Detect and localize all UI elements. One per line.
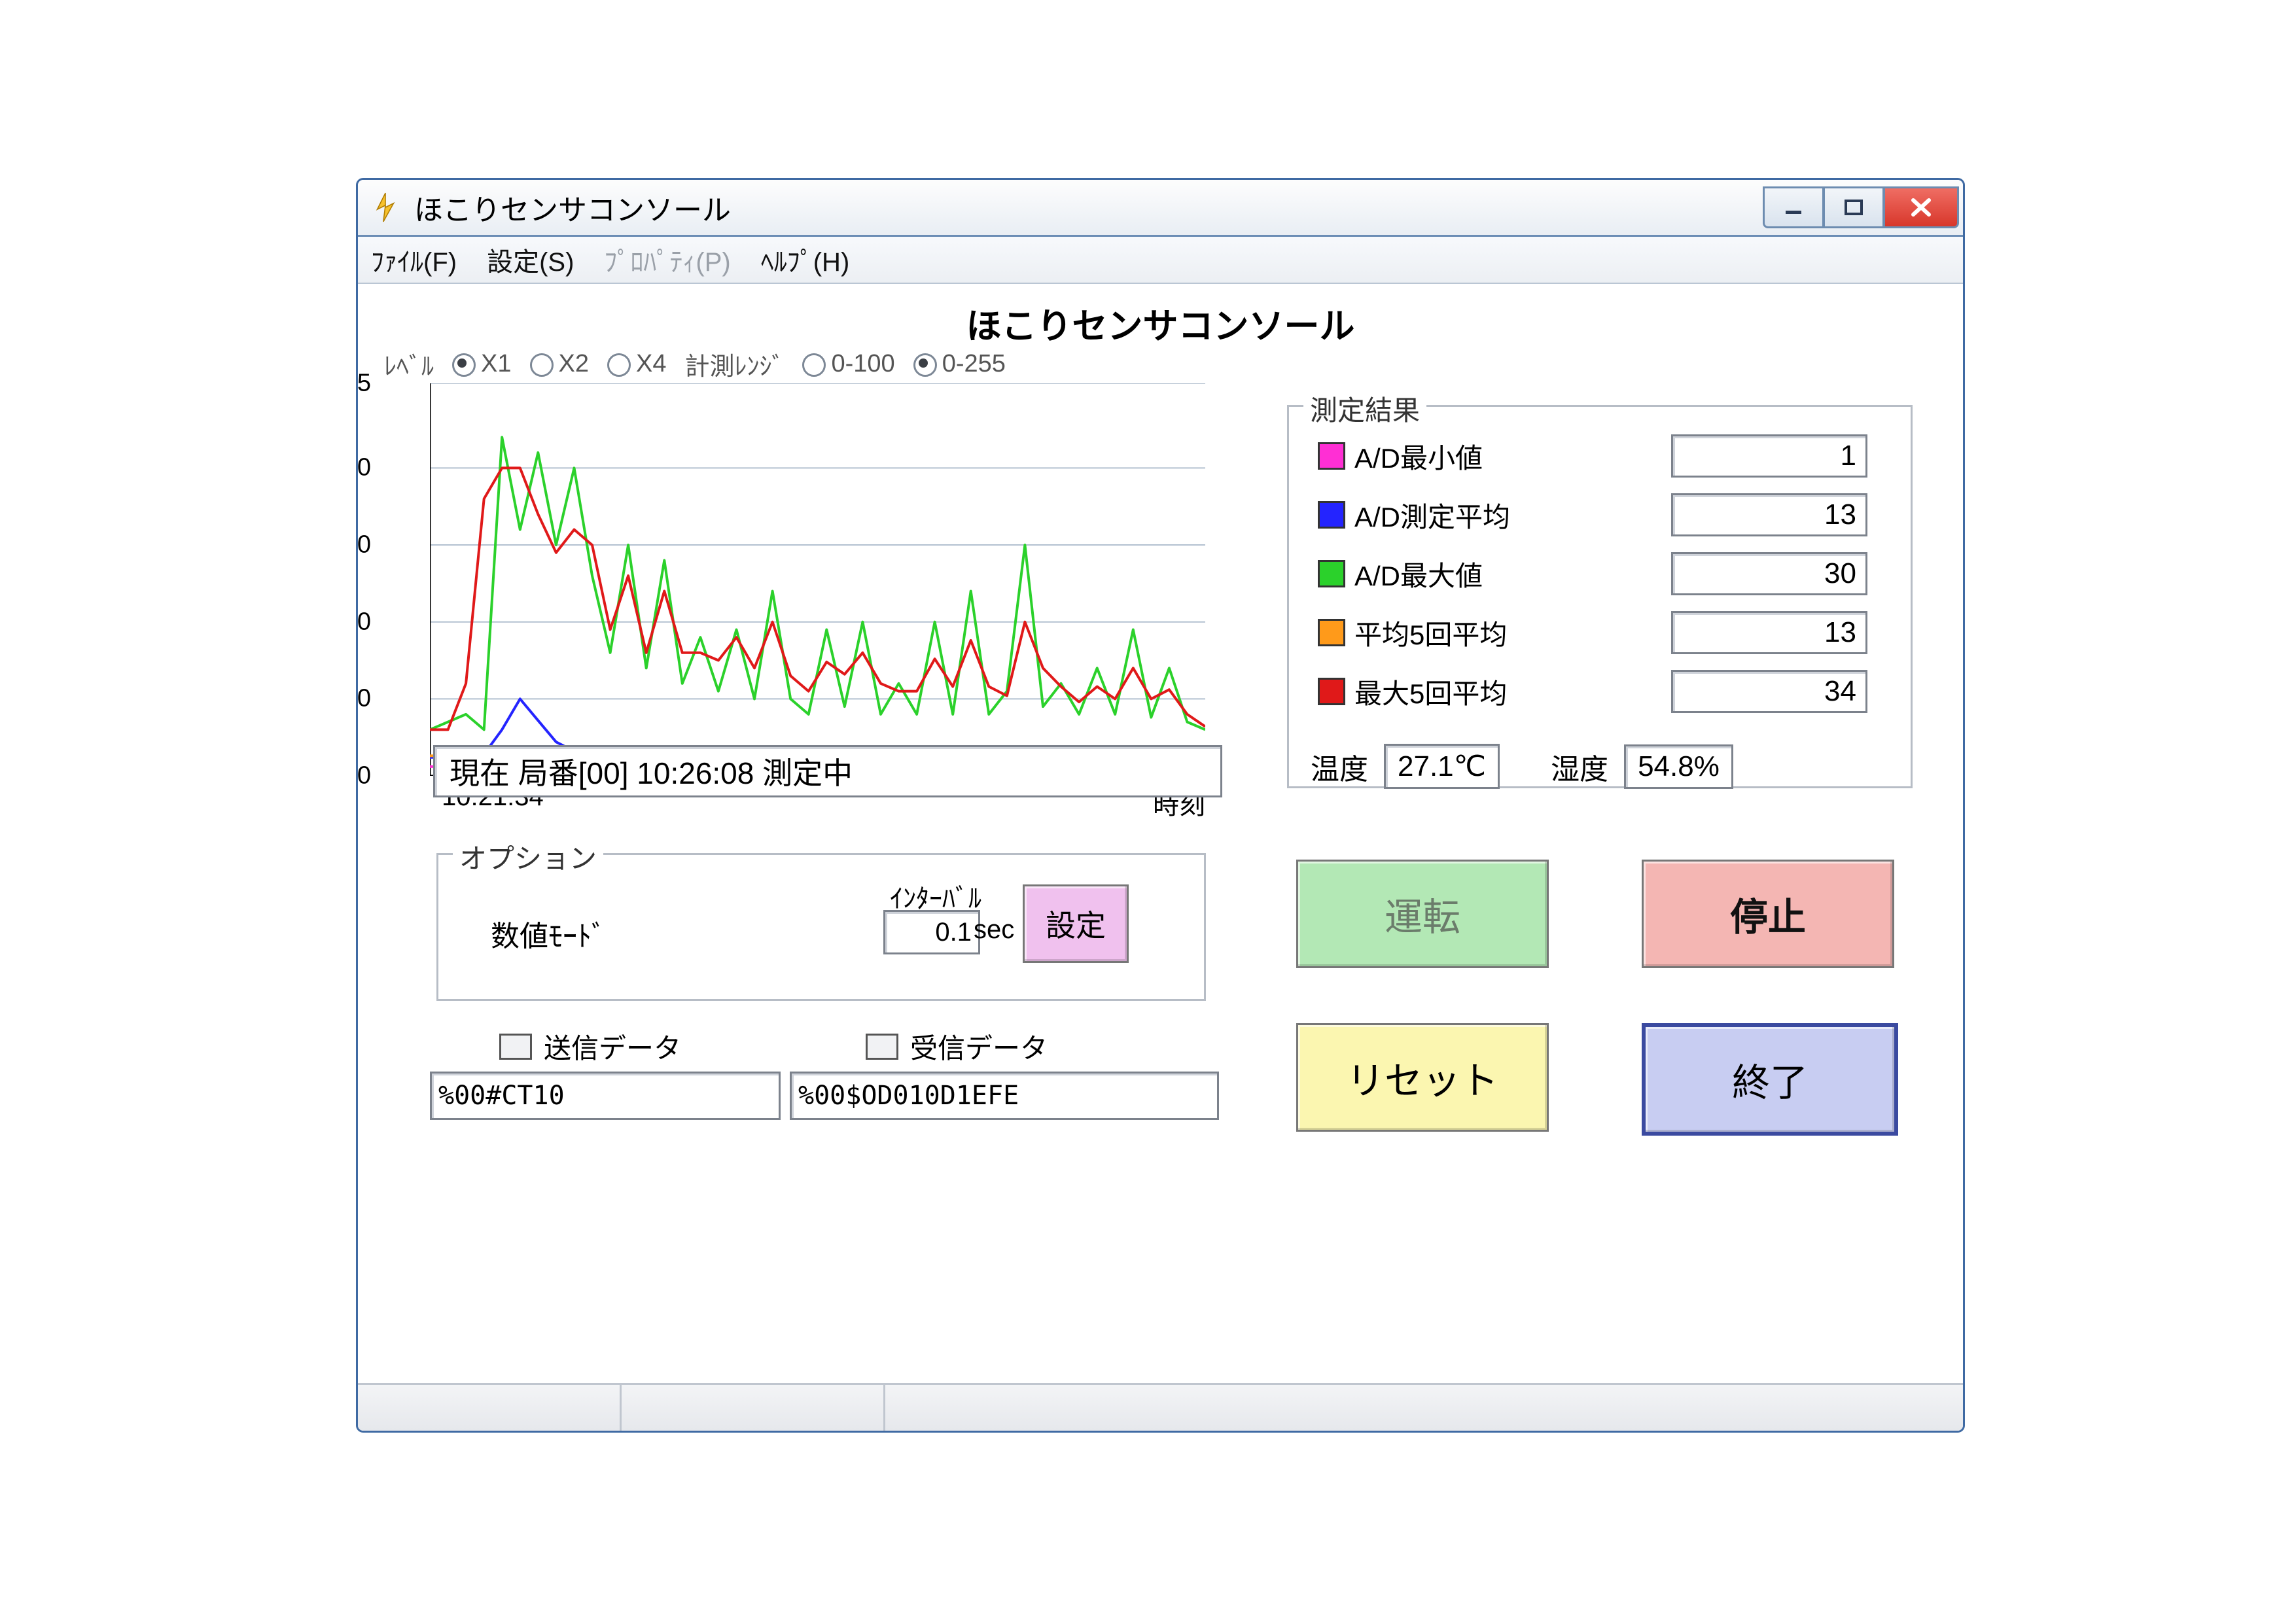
tx-data-label[interactable]: 送信データ: [499, 1026, 681, 1066]
titlebar[interactable]: ほこりセンサコンソール: [358, 180, 1963, 237]
humidity-value: 54.8%: [1624, 744, 1733, 789]
range-label: 計測ﾚﾝｼﾞ: [684, 346, 784, 382]
result-value: 1: [1671, 434, 1867, 478]
result-value: 30: [1671, 552, 1867, 595]
result-value: 13: [1671, 611, 1867, 654]
level-label: ﾚﾍﾞﾙ: [384, 346, 434, 382]
result-row: 平均5回平均 13: [1318, 610, 1881, 655]
menu-property[interactable]: ﾌﾟﾛﾊﾟﾃｨ(P): [604, 241, 730, 279]
series-swatch: [1318, 442, 1345, 470]
radio-x2[interactable]: X2: [530, 350, 589, 378]
result-row: A/D最大値 30: [1318, 551, 1881, 597]
results-fieldset: 測定結果 A/D最小値1A/D測定平均13A/D最大値30平均5回平均13最大5…: [1287, 405, 1913, 788]
result-label: 最大5回平均: [1354, 672, 1507, 712]
checkbox-icon[interactable]: [866, 1034, 898, 1060]
stop-button[interactable]: 停止: [1642, 860, 1894, 968]
close-button[interactable]: [1884, 186, 1959, 228]
temp-value: 27.1℃: [1384, 744, 1500, 789]
options-legend: オプション: [453, 837, 603, 877]
menu-file[interactable]: ﾌｧｲﾙ(F): [371, 241, 457, 279]
tx-data-value[interactable]: %00#CT10: [430, 1072, 781, 1120]
series-swatch: [1318, 501, 1345, 529]
result-label: A/D最小値: [1354, 436, 1483, 476]
interval-input[interactable]: [883, 910, 980, 954]
rx-data-label[interactable]: 受信データ: [866, 1026, 1048, 1066]
result-row: 最大5回平均 34: [1318, 669, 1881, 714]
result-label: 平均5回平均: [1354, 613, 1507, 653]
result-value: 34: [1671, 670, 1867, 713]
result-label: A/D最大値: [1354, 554, 1483, 594]
radio-x4[interactable]: X4: [607, 350, 666, 378]
app-window: ほこりセンサコンソール ﾌｧｲﾙ(F) 設定(S) ﾌﾟﾛﾊﾟﾃｨ(P) ﾍﾙﾌ…: [356, 178, 1965, 1433]
series-swatch: [1318, 678, 1345, 705]
mode-label: 数値ﾓｰﾄﾞ: [491, 913, 606, 954]
reset-button[interactable]: リセット: [1296, 1023, 1549, 1132]
client-area: ほこりセンサコンソール ﾚﾍﾞﾙ X1 X2 X4 計測ﾚﾝｼﾞ 0-100 0…: [358, 284, 1963, 1383]
interval-unit: sec: [974, 915, 1014, 945]
series-swatch: [1318, 560, 1345, 587]
temp-humidity-row: 温度 27.1℃ 湿度 54.8%: [1311, 744, 1733, 789]
radio-0-100[interactable]: 0-100: [802, 350, 894, 378]
app-icon: [372, 191, 405, 224]
window-title: ほこりセンサコンソール: [414, 186, 1763, 228]
radio-x1[interactable]: X1: [452, 350, 511, 378]
series-swatch: [1318, 619, 1345, 646]
menu-help[interactable]: ﾍﾙﾌﾟ(H): [761, 241, 850, 279]
radio-0-255[interactable]: 0-255: [913, 350, 1006, 378]
result-row: A/D最小値 1: [1318, 433, 1881, 479]
radio-row: ﾚﾍﾞﾙ X1 X2 X4 計測ﾚﾝｼﾞ 0-100 0-255: [384, 346, 1006, 382]
temp-label: 温度: [1311, 746, 1368, 788]
maximize-button[interactable]: [1824, 186, 1884, 228]
checkbox-icon[interactable]: [499, 1034, 532, 1060]
set-button[interactable]: 設定: [1023, 884, 1129, 963]
status-bar: [358, 1383, 1963, 1431]
run-button[interactable]: 運転: [1296, 860, 1549, 968]
menubar: ﾌｧｲﾙ(F) 設定(S) ﾌﾟﾛﾊﾟﾃｨ(P) ﾍﾙﾌﾟ(H): [358, 237, 1963, 284]
menu-settings[interactable]: 設定(S): [487, 241, 574, 279]
humidity-label: 湿度: [1551, 746, 1608, 788]
result-label: A/D測定平均: [1354, 495, 1510, 535]
chart: 255200150 100500 10:21:34 時刻: [430, 383, 1205, 776]
chart-plot: [430, 383, 1205, 776]
result-row: A/D測定平均 13: [1318, 492, 1881, 538]
results-legend: 測定結果: [1303, 389, 1426, 428]
rx-data-value[interactable]: %00$OD010D1EFE: [790, 1072, 1219, 1120]
result-value: 13: [1671, 493, 1867, 536]
page-title: ほこりセンサコンソール: [358, 297, 1963, 349]
exit-button[interactable]: 終了: [1642, 1023, 1898, 1136]
status-line: 現在 局番[00] 10:26:08 測定中: [433, 745, 1222, 797]
minimize-button[interactable]: [1763, 186, 1824, 228]
